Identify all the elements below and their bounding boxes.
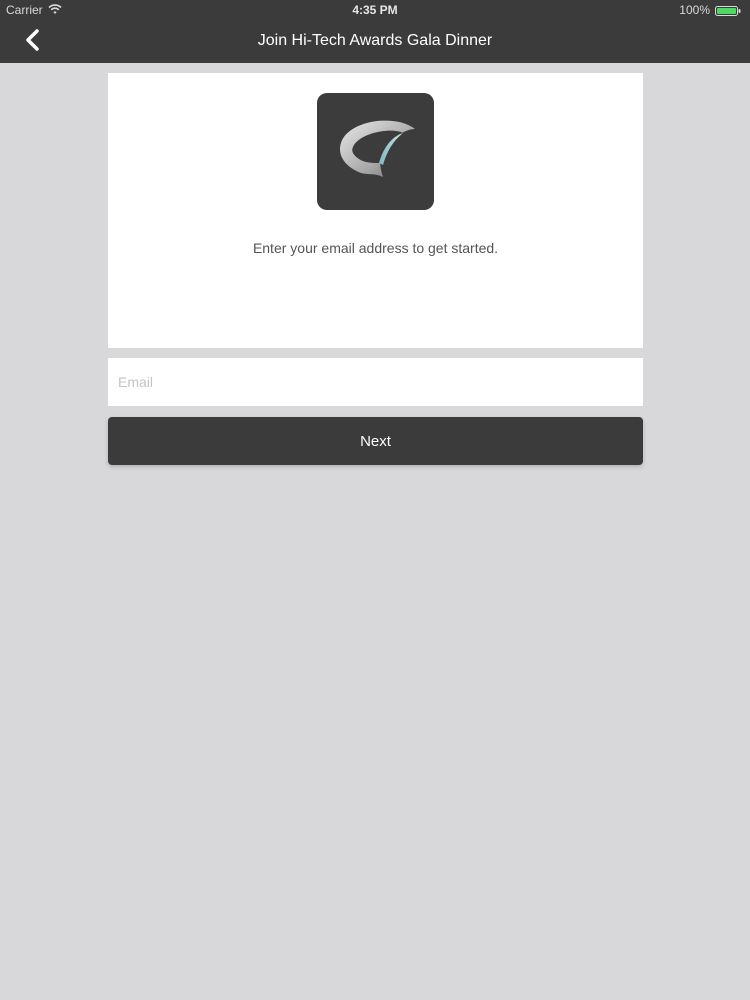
battery-percent: 100%	[679, 3, 710, 17]
battery-icon	[715, 5, 741, 16]
status-time: 4:35 PM	[352, 3, 398, 17]
intro-text: Enter your email address to get started.	[252, 240, 499, 256]
navigation-bar: Carrier 4:35 PM 100% Join Hi-Tech Awards…	[0, 0, 750, 63]
app-logo	[317, 93, 434, 210]
next-button[interactable]: Next	[108, 417, 643, 465]
email-field[interactable]	[108, 358, 643, 406]
page-title: Join Hi-Tech Awards Gala Dinner	[257, 32, 493, 49]
intro-card: Enter your email address to get started.	[108, 73, 643, 348]
status-bar: Carrier 4:35 PM 100%	[0, 0, 750, 20]
